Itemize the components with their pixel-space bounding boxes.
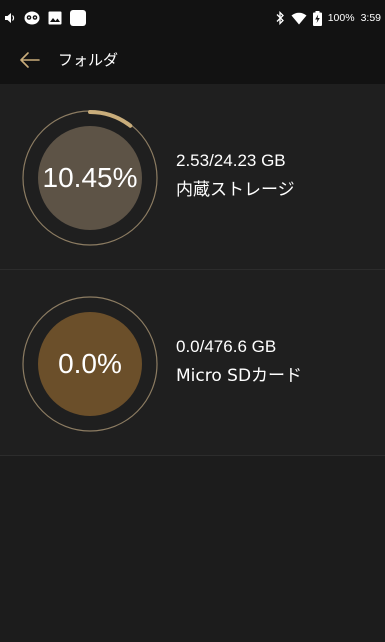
image-icon [48,11,62,25]
storage-item-internal[interactable]: 10.45% 2.53/24.23 GB 内蔵ストレージ [0,84,385,270]
storage-info: 0.0/476.6 GB Micro SDカード [176,336,302,388]
battery-percentage: 100% [327,12,355,24]
bluetooth-icon [275,11,285,25]
storage-list: 10.45% 2.53/24.23 GB 内蔵ストレージ 0.0% 0.0/47… [0,84,385,456]
owl-app-icon [24,11,40,25]
wifi-icon [291,12,307,25]
status-bar-notifications [4,9,86,27]
status-time: 3:59 [360,12,381,24]
storage-usage-gauge: 0.0% [20,294,160,434]
storage-capacity: 0.0/476.6 GB [176,337,277,356]
storage-name: 内蔵ストレージ [176,180,295,200]
usage-percent: 0.0% [58,348,122,379]
page-title: フォルダ [58,51,119,69]
volume-icon [4,12,16,24]
app-bar: フォルダ [0,36,385,84]
storage-capacity: 2.53/24.23 GB [176,151,286,170]
storage-item-sd-card[interactable]: 0.0% 0.0/476.6 GB Micro SDカード [0,270,385,456]
usage-percent: 10.45% [42,162,138,193]
battery-charging-icon [312,10,322,26]
app-square-icon [70,10,86,26]
storage-name: Micro SDカード [176,366,303,386]
status-bar: 100% 3:59 [0,0,385,36]
back-arrow-icon[interactable] [18,49,42,71]
storage-info: 2.53/24.23 GB 内蔵ストレージ [176,150,295,202]
storage-usage-gauge: 10.45% [20,108,160,248]
status-bar-system: 100% 3:59 [275,9,381,27]
